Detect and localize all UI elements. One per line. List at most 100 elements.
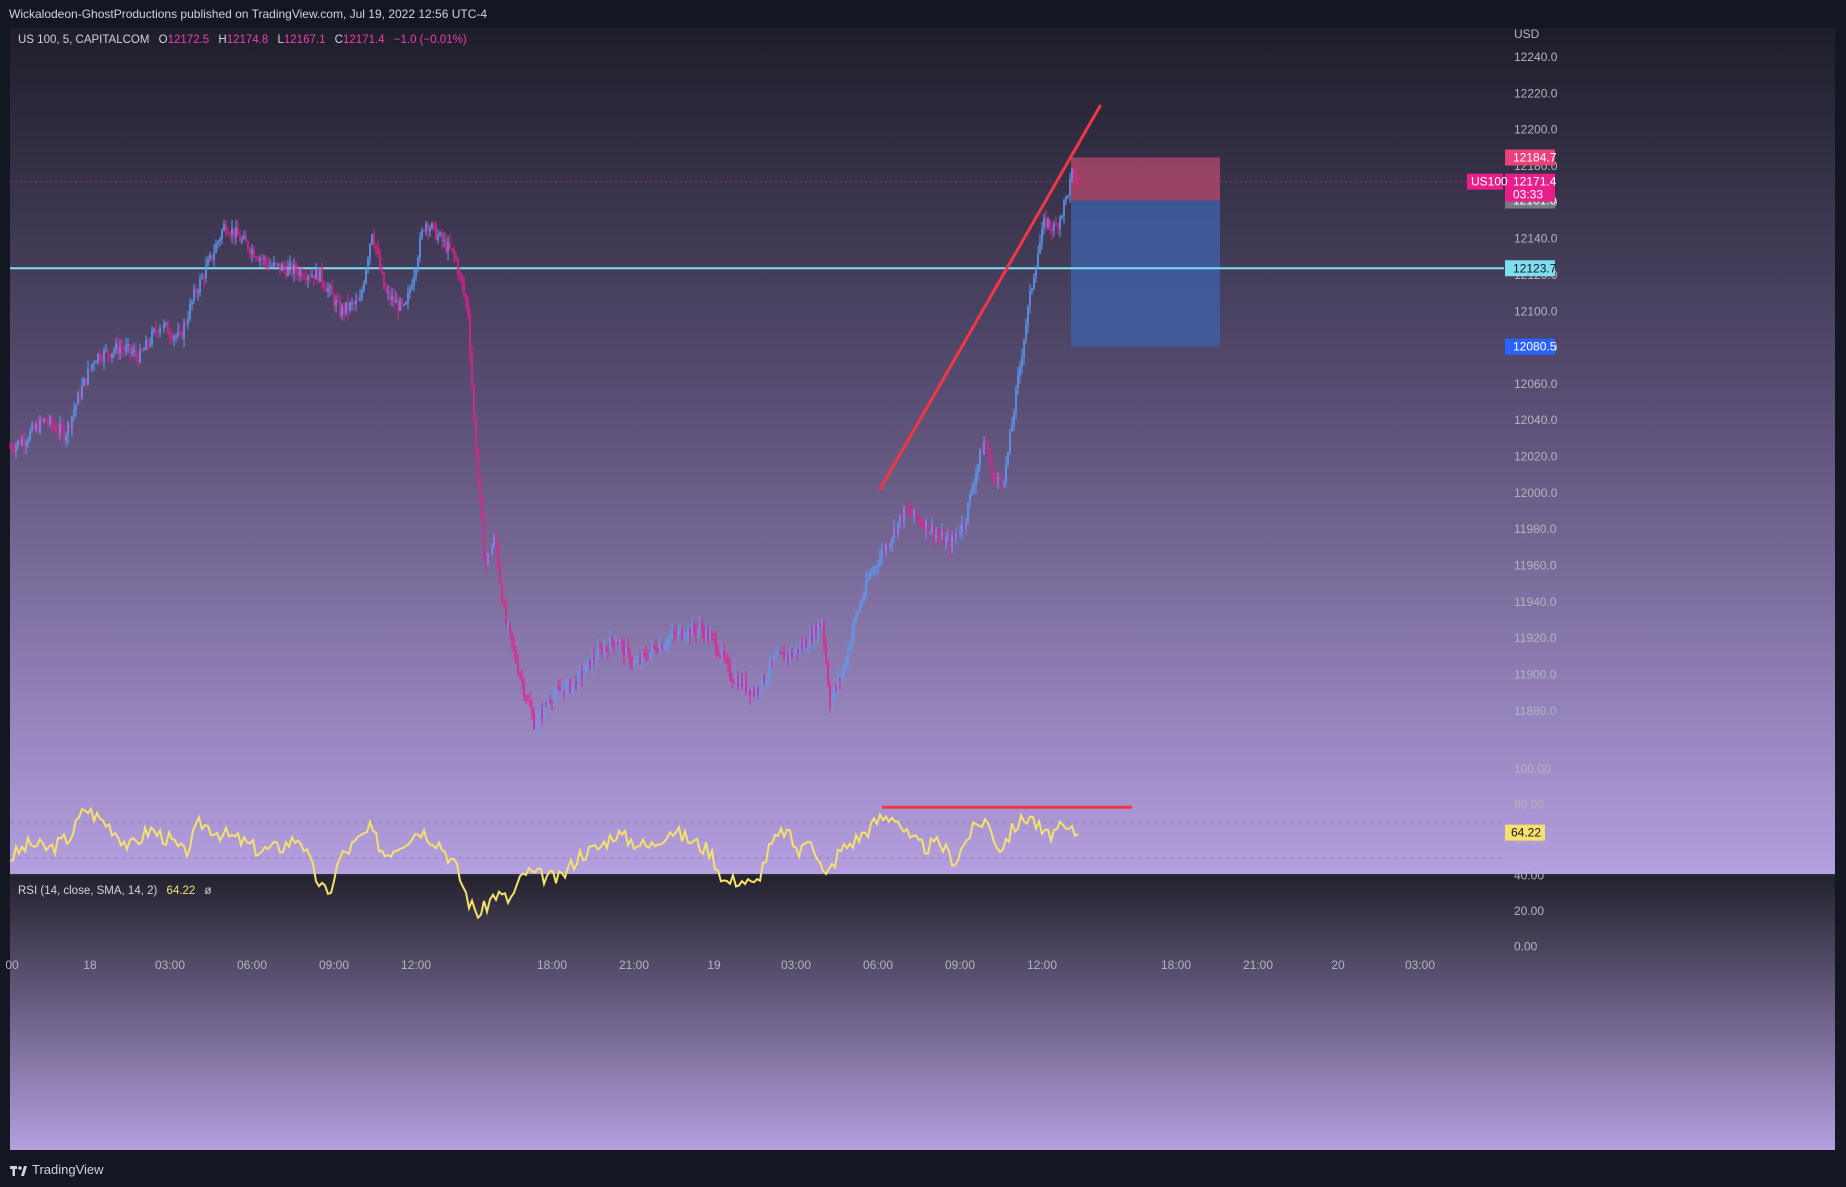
time-axis-tick: 19 [707,958,721,972]
candle [697,629,699,635]
candle [365,269,367,284]
candle [29,431,31,441]
candle [523,681,525,697]
candle [667,639,669,646]
open-value: 12172.5 [167,34,210,46]
candle [543,703,545,718]
footer-brand[interactable]: TradingView [10,1162,104,1177]
candle [1057,225,1059,229]
rsi-axis-tick: 0.00 [1514,940,1538,954]
candle [65,436,67,441]
candle [129,344,131,354]
candle [21,439,23,446]
candle [717,650,719,656]
candle [711,633,713,635]
candle [675,633,677,636]
candle [509,623,511,633]
candle [707,629,709,640]
candle [549,701,551,703]
candle [237,227,239,236]
candle [1063,200,1065,216]
time-axis-tick: 03:00 [155,958,185,972]
take-profit-zone [1071,200,1220,347]
candle [1067,195,1069,197]
candle [339,300,341,317]
candle [179,331,181,333]
candle [45,418,47,422]
candle [903,506,905,523]
candle [989,452,991,457]
candle [587,659,589,664]
candle [653,645,655,647]
candle [825,643,827,663]
candle [159,327,161,334]
candle [783,653,785,661]
candle [885,544,887,553]
candle [917,517,919,520]
candle [187,319,189,324]
candle [341,306,343,317]
price-pane[interactable] [10,28,1835,874]
price-tag-stop: 12184.7 [1505,149,1557,166]
candle [1031,288,1033,292]
candle [441,232,443,241]
candle [399,299,401,311]
candle [487,553,489,564]
candle [545,703,547,705]
candle [13,449,15,452]
candle [57,432,59,434]
candle [957,533,959,535]
candle [201,276,203,279]
candle [1033,277,1035,289]
candle [973,484,975,490]
candle [673,632,675,634]
candle [689,628,691,637]
candle [357,300,359,302]
candle [337,300,339,302]
price-axis-tick: 11960.0 [1514,559,1557,573]
candle [737,677,739,688]
candle [1027,306,1029,325]
candle [391,295,393,300]
candle [415,268,417,276]
candle [901,515,903,523]
candle [629,650,631,664]
candle [219,239,221,242]
candle [555,686,557,695]
candle [623,643,625,657]
candle [25,442,27,446]
candle [413,275,415,286]
candle [639,658,641,663]
candle [701,625,703,632]
rsi-pane[interactable] [10,876,1835,1150]
candle [847,648,849,663]
rsi-value-tag: 64.22 [1505,824,1545,841]
candle [313,275,315,280]
candle [217,241,219,245]
candle [807,646,809,648]
candle [157,331,159,334]
candle [827,662,829,686]
candle [729,663,731,679]
candle [33,424,35,430]
candle [75,404,77,411]
candle [287,266,289,276]
chart-canvas[interactable]: 11880.0 11900.0 11920.0 11940.0 11960.0 11980… [0,28,1846,1156]
candle [879,557,881,566]
candle [455,254,457,260]
candle [9,447,11,449]
candle [683,638,685,640]
candle [225,224,227,233]
candle [967,502,969,523]
candle [255,257,257,259]
candle [745,678,747,692]
candle [855,614,857,621]
candle [781,653,783,655]
candle [531,706,533,714]
candle [427,223,429,232]
candle [875,566,877,568]
candle [19,440,21,446]
candle [603,647,605,656]
candle [659,643,661,653]
candle [309,276,311,278]
